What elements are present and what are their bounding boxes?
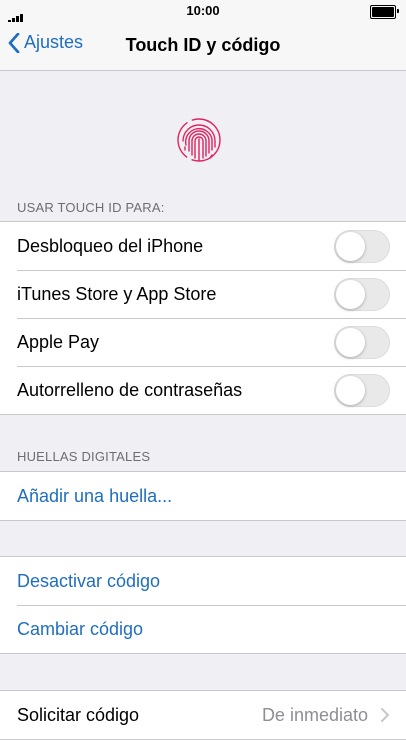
chevron-right-icon	[381, 708, 389, 722]
iphone-unlock-label: Desbloqueo del iPhone	[17, 235, 204, 256]
itunes-app-store-label: iTunes Store y App Store	[17, 283, 217, 304]
require-passcode-row[interactable]: Solicitar código De inmediato	[0, 691, 406, 739]
add-fingerprint-button[interactable]: Añadir una huella...	[0, 472, 406, 520]
battery-icon	[370, 5, 399, 19]
require-passcode-label: Solicitar código	[17, 704, 140, 725]
apple-pay-label: Apple Pay	[17, 331, 100, 352]
list-item-iphone-unlock: Desbloqueo del iPhone	[0, 222, 406, 270]
list-item-itunes-app-store: iTunes Store y App Store	[0, 270, 406, 318]
status-time: 10:00	[186, 3, 220, 18]
page-title: Touch ID y código	[125, 35, 281, 55]
navigation-bar: Ajustes Touch ID y código	[0, 22, 406, 71]
touch-id-section-header: USAR TOUCH ID PARA:	[17, 200, 165, 215]
password-autofill-label: Autorrelleno de contraseñas	[17, 379, 243, 400]
touch-id-options-group: Desbloqueo del iPhone iTunes Store y App…	[0, 221, 406, 415]
list-item-apple-pay: Apple Pay	[0, 318, 406, 366]
fingerprints-section-header: HUELLAS DIGITALES	[17, 449, 151, 464]
list-item-password-autofill: Autorrelleno de contraseñas	[0, 366, 406, 414]
change-passcode-button[interactable]: Cambiar código	[0, 605, 406, 653]
status-bar: 10:00	[0, 0, 406, 24]
itunes-app-store-toggle[interactable]	[334, 278, 390, 311]
disable-passcode-label: Desactivar código	[17, 570, 161, 591]
add-fingerprint-label: Añadir una huella...	[17, 485, 173, 506]
passcode-group: Desactivar código Cambiar código	[0, 556, 406, 654]
password-autofill-toggle[interactable]	[334, 374, 390, 407]
fingerprints-group: Añadir una huella...	[0, 471, 406, 521]
require-passcode-group: Solicitar código De inmediato	[0, 690, 406, 740]
apple-pay-toggle[interactable]	[334, 326, 390, 359]
iphone-unlock-toggle[interactable]	[334, 230, 390, 263]
require-passcode-value: De inmediato	[261, 704, 368, 725]
change-passcode-label: Cambiar código	[17, 618, 144, 639]
disable-passcode-button[interactable]: Desactivar código	[0, 557, 406, 605]
fingerprint-icon	[177, 118, 221, 162]
